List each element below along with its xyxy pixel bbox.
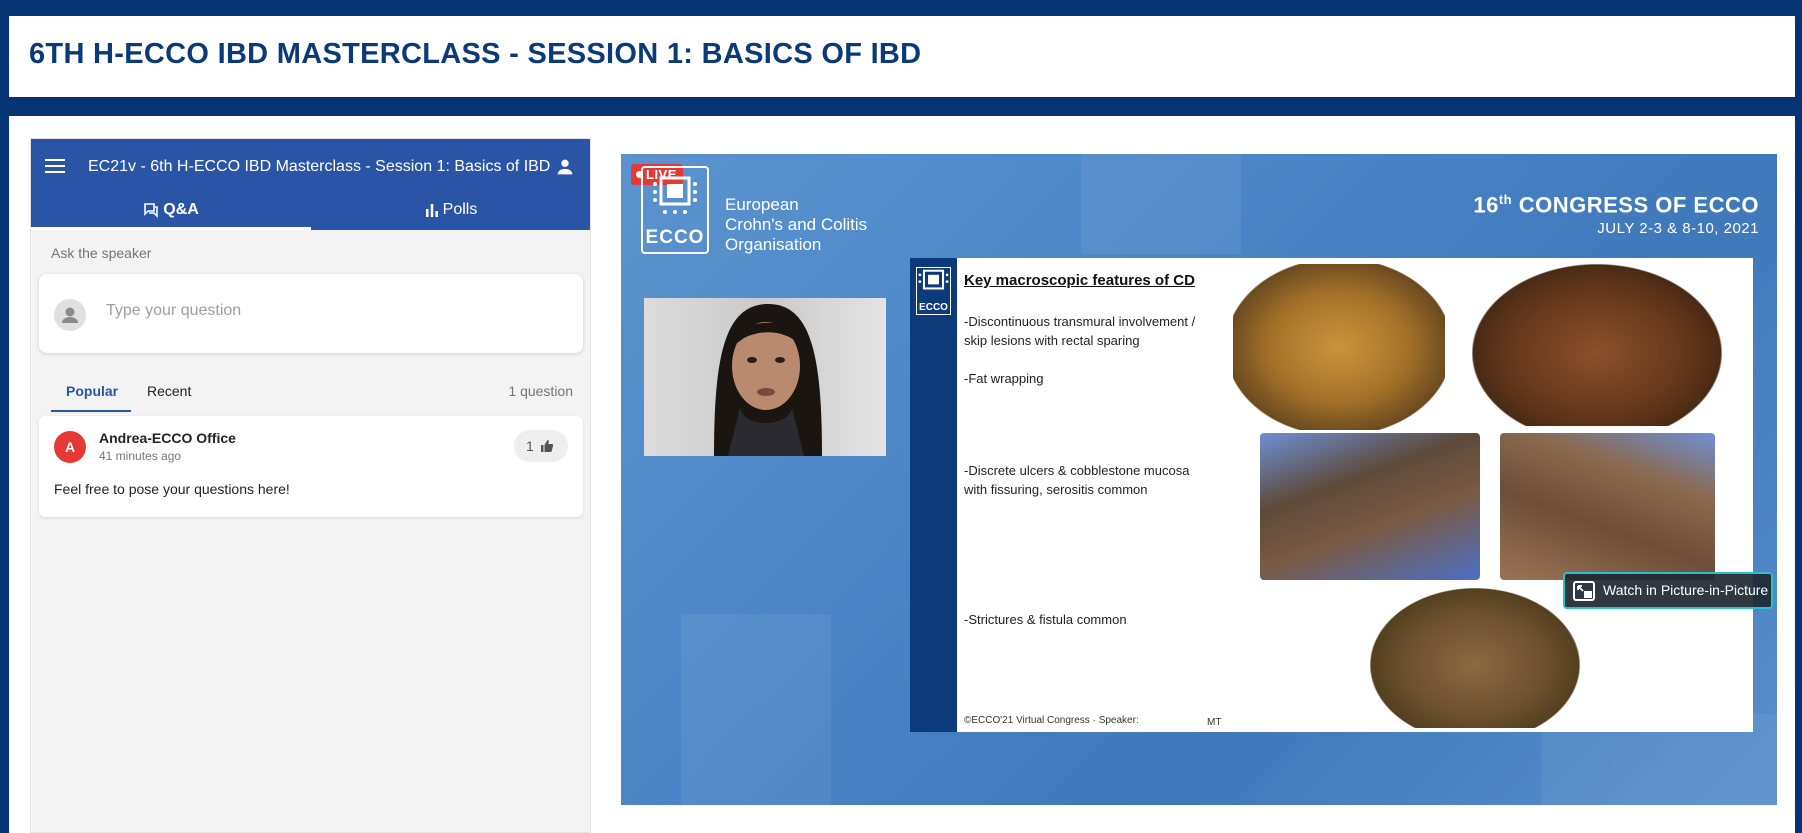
slide-ecco-logo: ECCO xyxy=(916,267,951,315)
slide-point: with fissuring, serositis common xyxy=(964,482,1148,497)
page-title: 6TH H-ECCO IBD MASTERCLASS - SESSION 1: … xyxy=(29,38,922,70)
specimen-photo xyxy=(1500,433,1715,580)
congress-suffix: th xyxy=(1498,192,1513,207)
like-count: 1 xyxy=(526,438,534,454)
page-header: 6TH H-ECCO IBD MASTERCLASS - SESSION 1: … xyxy=(9,16,1795,97)
org-name-line: Organisation xyxy=(725,235,822,254)
user-icon[interactable] xyxy=(554,156,576,178)
slide-point: -Strictures & fistula common xyxy=(964,612,1127,627)
author-avatar: A xyxy=(54,431,86,463)
picture-in-picture-icon xyxy=(1573,581,1595,601)
congress-dates: JULY 2-3 & 8-10, 2021 xyxy=(1597,220,1759,238)
speaker-silhouette xyxy=(714,303,822,456)
slide-point: -Fat wrapping xyxy=(964,371,1044,386)
ask-label: Ask the speaker xyxy=(51,245,152,261)
specimen-photo xyxy=(1233,264,1445,430)
presentation-slide: ECCO Key macroscopic features of CD -Dis… xyxy=(910,258,1753,732)
question-count: 1 question xyxy=(508,383,573,399)
pip-label: Watch in Picture-in-Picture xyxy=(1603,582,1769,598)
question-card: A Andrea-ECCO Office 41 minutes ago 1 Fe… xyxy=(39,416,583,517)
ecco-emblem-icon xyxy=(653,176,697,214)
specimen-photo xyxy=(1472,264,1722,426)
sort-tab-recent[interactable]: Recent xyxy=(147,383,191,399)
background-tile xyxy=(1081,154,1241,254)
slide-sidebar: ECCO xyxy=(910,258,957,732)
tab-qa[interactable]: Q&A xyxy=(31,199,311,230)
panel-header: EC21v - 6th H-ECCO IBD Masterclass - Ses… xyxy=(31,139,590,230)
speech-bubbles-icon xyxy=(144,202,159,218)
active-sort-indicator xyxy=(51,410,131,412)
organisation-name: European Crohn's and Colitis Organisatio… xyxy=(725,195,867,255)
org-name-line: European xyxy=(725,195,799,214)
event-title: EC21v - 6th H-ECCO IBD Masterclass - Ses… xyxy=(88,158,551,175)
question-composer[interactable] xyxy=(39,274,583,353)
slide-point: -Discontinuous transmural involvement / xyxy=(964,314,1196,329)
congress-number: 16 xyxy=(1473,192,1499,218)
question-time: 41 minutes ago xyxy=(99,449,182,463)
active-tab-indicator xyxy=(31,227,311,230)
slide-footer: ©ECCO'21 Virtual Congress · Speaker: xyxy=(964,715,1139,726)
qa-panel: EC21v - 6th H-ECCO IBD Masterclass - Ses… xyxy=(30,138,591,833)
tab-qa-label: Q&A xyxy=(163,201,199,218)
sort-tabs: Popular Recent 1 question xyxy=(31,367,590,412)
question-author: Andrea-ECCO Office xyxy=(99,430,236,446)
ecco-emblem-icon xyxy=(918,269,949,290)
ecco-logo: ECCO xyxy=(641,166,709,254)
bar-chart-icon xyxy=(425,203,438,217)
slide-point: -Discrete ulcers & cobblestone mucosa xyxy=(964,463,1190,478)
org-name-line: Crohn's and Colitis xyxy=(725,215,868,234)
tab-polls-label: Polls xyxy=(442,201,478,218)
speaker-webcam xyxy=(644,298,886,456)
congress-title: CONGRESS OF ECCO xyxy=(1518,192,1759,218)
specimen-photo xyxy=(1260,433,1480,580)
slide-point: skip lesions with rectal sparing xyxy=(964,333,1140,348)
congress-banner: 16th CONGRESS OF ECCO JULY 2-3 & 8-10, 2… xyxy=(1473,192,1759,237)
like-button[interactable]: 1 xyxy=(514,430,568,462)
background-tile xyxy=(681,614,831,805)
video-player[interactable]: LIVE ECCO European Crohn's and Colitis O… xyxy=(621,154,1777,805)
anonymous-avatar-icon xyxy=(54,299,86,331)
tab-polls[interactable]: Polls xyxy=(311,199,590,230)
question-input[interactable] xyxy=(106,302,546,320)
slide-heading: Key macroscopic features of CD xyxy=(964,272,1195,289)
thumbs-up-icon xyxy=(541,440,554,452)
specimen-photo xyxy=(1370,588,1580,728)
menu-icon[interactable] xyxy=(45,159,65,175)
sort-tab-popular[interactable]: Popular xyxy=(66,383,118,399)
ecco-logo-text: ECCO xyxy=(645,227,705,248)
picture-in-picture-button[interactable]: Watch in Picture-in-Picture xyxy=(1563,572,1773,609)
question-text: Feel free to pose your questions here! xyxy=(54,481,290,497)
slide-speaker-initials: MT xyxy=(1207,717,1222,728)
slide-logo-text: ECCO xyxy=(919,302,948,313)
